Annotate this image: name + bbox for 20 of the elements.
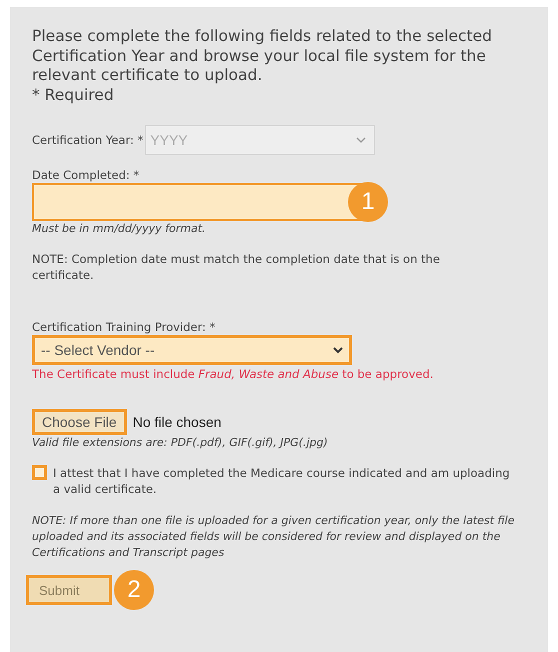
file-status: No file chosen	[132, 414, 222, 430]
chevron-icon	[356, 137, 366, 143]
choose-file-button[interactable]: Choose File	[32, 409, 127, 435]
chevron-icon	[333, 346, 343, 354]
attest-label: I attest that I have completed the Medicare course indicated and am uploading a valid certificate.	[53, 465, 511, 497]
field-label: Date Completed: *	[32, 167, 140, 183]
format-hint: Must be in mm/dd/yyyy format.	[32, 221, 207, 237]
callout-badge: 2	[114, 570, 154, 610]
callout-badge: 1	[348, 182, 388, 222]
vendor-select[interactable]: -- Select Vendor --	[32, 335, 352, 365]
warning-text: The Certificate must include Fraud, Waste and Abuse to be approved.	[32, 366, 434, 383]
attest-checkbox[interactable]	[32, 465, 47, 480]
date-field[interactable]	[32, 183, 362, 221]
field-label: Certification Training Provider: *	[32, 319, 216, 335]
date-note: NOTE: Completion date must match the completion date that is on the certificate.	[32, 251, 441, 283]
intro-text: Please complete the following fields related to the selected Certification Year and browse your local file system for the relevant certificate to upload.	[32, 27, 494, 86]
extensions-hint: Valid file extensions are: PDF(.pdf), GIF(.gif), JPG(.jpg)	[32, 435, 329, 451]
field-label: Certification Year: *	[32, 132, 144, 148]
upload-note: NOTE: If more than one file is uploaded for a given certification year, only the latest file uploaded and its associated fields will be considered for review and displayed on the Certifications and Transcript pages	[32, 513, 516, 561]
required-note: * Required	[32, 86, 115, 105]
